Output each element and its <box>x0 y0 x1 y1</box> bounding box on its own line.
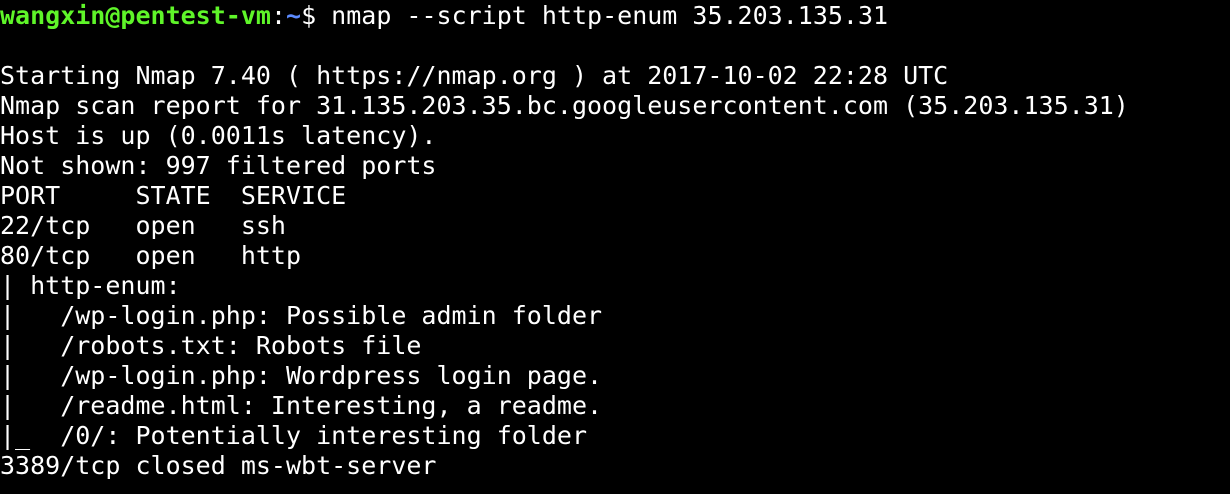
prompt-path: ~ <box>286 1 302 30</box>
script-output-line: | /wp-login.php: Possible admin folder <box>0 301 603 330</box>
prompt-user-host: wangxin@pentest-vm <box>0 1 271 30</box>
port-table-row: 22/tcp open ssh <box>0 211 286 240</box>
output-line: Host is up (0.0011s latency). <box>0 121 437 150</box>
port-table-row: 3389/tcp closed ms-wbt-server <box>0 451 437 480</box>
script-output-line: | /readme.html: Interesting, a readme. <box>0 391 603 420</box>
output-line: Nmap scan report for 31.135.203.35.bc.go… <box>0 91 1129 120</box>
command-text: nmap --script http-enum 35.203.135.31 <box>331 1 889 30</box>
prompt-separator: : <box>270 1 286 30</box>
script-output-line: | http-enum: <box>0 271 196 300</box>
port-table-header: PORT STATE SERVICE <box>0 181 347 210</box>
command-prompt-line: wangxin@pentest-vm:~$ nmap --script http… <box>0 1 1230 31</box>
prompt-symbol: $ <box>301 1 332 30</box>
port-table-row: 80/tcp open http <box>0 241 302 270</box>
script-output-line: |_ /0/: Potentially interesting folder <box>0 421 587 450</box>
script-output-line: | /robots.txt: Robots file <box>0 331 422 360</box>
script-output-line: | /wp-login.php: Wordpress login page. <box>0 361 603 390</box>
output-line: Starting Nmap 7.40 ( https://nmap.org ) … <box>0 61 949 90</box>
terminal-window[interactable]: wangxin@pentest-vm:~$ nmap --script http… <box>0 0 1230 494</box>
output-line: Not shown: 997 filtered ports <box>0 151 437 180</box>
